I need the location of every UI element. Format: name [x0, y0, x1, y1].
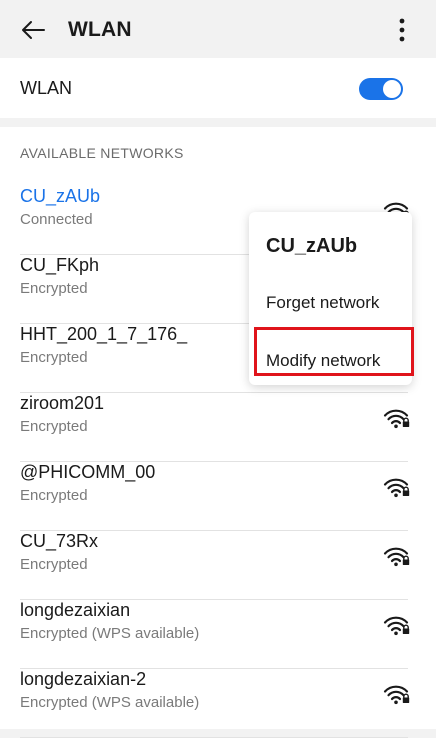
wifi-lock-icon [383, 409, 410, 429]
network-item[interactable]: longdezaixian Encrypted (WPS available) [0, 600, 436, 669]
network-name: @PHICOMM_00 [20, 462, 156, 482]
network-status: Encrypted [20, 487, 88, 504]
network-item[interactable]: @PHICOMM_00 Encrypted [0, 462, 436, 531]
toggle-knob [383, 80, 401, 98]
network-item[interactable]: ziroom201 Encrypted [0, 393, 436, 462]
network-item[interactable]: CU_73Rx Encrypted [0, 531, 436, 600]
wifi-lock-icon [383, 616, 410, 636]
network-name: CU_zAUb [20, 186, 101, 206]
wlan-toggle-switch[interactable] [359, 78, 403, 100]
network-status: Encrypted [20, 418, 88, 435]
app-header: WLAN [0, 0, 436, 58]
back-arrow-icon[interactable] [20, 17, 46, 43]
wlan-label: WLAN [20, 78, 73, 98]
network-status: Encrypted [20, 349, 88, 366]
network-name: CU_73Rx [20, 531, 99, 551]
network-name: longdezaixian [20, 600, 131, 620]
wlan-toggle-row[interactable]: WLAN [0, 58, 436, 118]
forget-network-option[interactable]: Forget network [266, 293, 379, 313]
network-name: HHT_200_1_7_176_ [20, 324, 188, 344]
network-status: Encrypted [20, 280, 88, 297]
network-name: CU_FKph [20, 255, 100, 275]
highlight-box [254, 327, 414, 376]
section-title: AVAILABLE NETWORKS [20, 145, 184, 161]
wifi-lock-icon [383, 478, 410, 498]
network-status: Encrypted [20, 556, 88, 573]
network-name: longdezaixian-2 [20, 669, 147, 689]
menu-title: CU_zAUb [266, 235, 358, 257]
network-status: Connected [20, 211, 93, 228]
network-status: Encrypted (WPS available) [20, 694, 200, 711]
more-options-icon[interactable] [394, 16, 410, 44]
page-title: WLAN [68, 18, 132, 41]
network-name: ziroom201 [20, 393, 105, 413]
network-item[interactable]: longdezaixian-2 Encrypted (WPS available… [0, 669, 436, 738]
wifi-lock-icon [383, 547, 410, 567]
wifi-lock-icon [383, 685, 410, 705]
network-status: Encrypted (WPS available) [20, 625, 200, 642]
